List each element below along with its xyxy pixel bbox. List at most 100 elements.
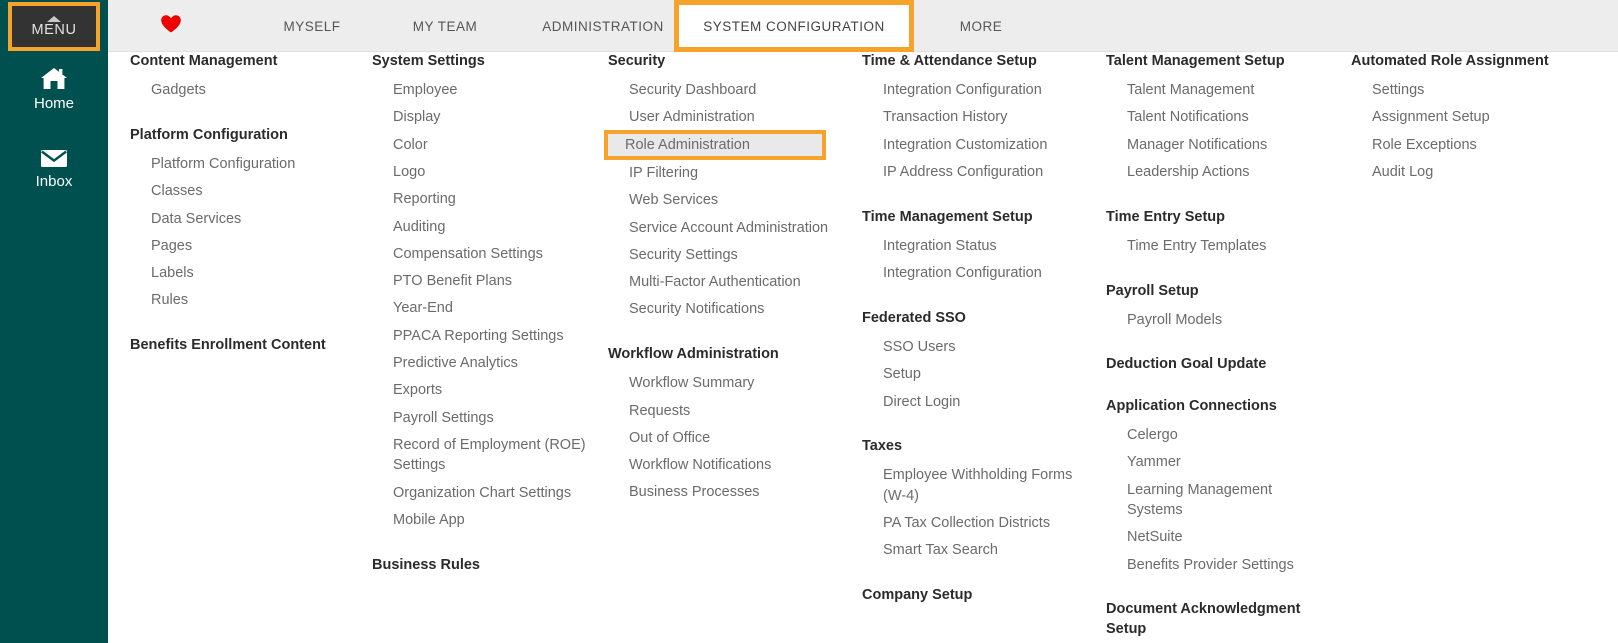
menu-item-netsuite[interactable]: NetSuite (1106, 524, 1321, 551)
menu-item-exports[interactable]: Exports (372, 377, 597, 404)
menu-item-integration-status[interactable]: Integration Status (862, 232, 1077, 259)
menu-group-title: Document Acknowledgment Setup (1106, 601, 1301, 637)
menu-item-multi-factor-authentication[interactable]: Multi-Factor Authentication (608, 269, 833, 296)
menu-group-workflow-administration: Workflow Administration Workflow Summary R… (608, 345, 833, 506)
menu-item-labels[interactable]: Labels (130, 260, 365, 287)
nav-tab-myself[interactable]: MYSELF (247, 0, 377, 52)
menu-group-time-attendance-setup: Time & Attendance Setup Integration Confi… (862, 52, 1077, 186)
menu-item-role-exceptions[interactable]: Role Exceptions (1351, 131, 1591, 158)
menu-column-6: Automated Role Assignment Settings Assignm… (1351, 52, 1591, 186)
menu-group-time-entry-setup: Time Entry Setup Time Entry Templates (1106, 208, 1321, 260)
menu-item-pa-tax-collection-districts[interactable]: PA Tax Collection Districts (862, 510, 1077, 537)
menu-item-compensation-settings[interactable]: Compensation Settings (372, 240, 597, 267)
menu-group-system-settings: System Settings Employee Display Color Logo R… (372, 52, 597, 534)
sidebar-item-inbox[interactable]: Inbox (0, 146, 108, 191)
menu-item-business-processes[interactable]: Business Processes (608, 479, 833, 506)
menu-group-title: Workflow Administration (608, 346, 779, 363)
menu-item-settings[interactable]: Settings (1351, 77, 1591, 104)
menu-item-employee[interactable]: Employee (372, 77, 597, 104)
menu-group-time-management-setup: Time Management Setup Integration Status I… (862, 208, 1077, 287)
menu-item-role-administration[interactable]: Role Administration (604, 130, 826, 161)
menu-item-smart-tax-search[interactable]: Smart Tax Search (862, 537, 1077, 564)
menu-item-setup[interactable]: Setup (862, 361, 1077, 388)
menu-column-2: System Settings Employee Display Color Logo R… (372, 52, 597, 580)
menu-item-talent-management[interactable]: Talent Management (1106, 77, 1321, 104)
nav-tab-system-configuration[interactable]: SYSTEM CONFIGURATION (674, 0, 914, 52)
nav-tab-more[interactable]: MORE (921, 0, 1041, 52)
left-sidebar: Home Inbox (0, 0, 108, 643)
sidebar-item-home[interactable]: Home (0, 66, 108, 113)
menu-item-leadership-actions[interactable]: Leadership Actions (1106, 158, 1321, 185)
menu-group-title: Taxes (862, 438, 903, 455)
menu-item-payroll-models[interactable]: Payroll Models (1106, 306, 1321, 333)
menu-item-ip-filtering[interactable]: IP Filtering (608, 159, 833, 186)
menu-group-title: Time Management Setup (862, 208, 1033, 225)
menu-item-manager-notifications[interactable]: Manager Notifications (1106, 131, 1321, 158)
menu-item-logo[interactable]: Logo (372, 158, 597, 185)
menu-item-mobile-app[interactable]: Mobile App (372, 506, 597, 533)
menu-item-reporting[interactable]: Reporting (372, 186, 597, 213)
menu-item-out-of-office[interactable]: Out of Office (608, 424, 833, 451)
menu-item-integration-customization[interactable]: Integration Customization (862, 131, 1077, 158)
menu-item-talent-notifications[interactable]: Talent Notifications (1106, 104, 1321, 131)
menu-item-gadgets[interactable]: Gadgets (130, 77, 365, 104)
menu-item-platform-configuration[interactable]: Platform Configuration (130, 150, 365, 177)
menu-item-pto-benefit-plans[interactable]: PTO Benefit Plans (372, 268, 597, 295)
menu-item-yammer[interactable]: Yammer (1106, 449, 1321, 476)
favorites-button[interactable] (156, 13, 186, 39)
menu-item-user-administration[interactable]: User Administration (608, 104, 833, 131)
menu-item-celergo[interactable]: Celergo (1106, 422, 1321, 449)
menu-group-benefits-enrollment-content: Benefits Enrollment Content (130, 336, 365, 356)
menu-group-title: System Settings (372, 53, 485, 69)
nav-tab-system-configuration-label: SYSTEM CONFIGURATION (703, 18, 885, 34)
menu-item-sso-users[interactable]: SSO Users (862, 333, 1077, 360)
menu-item-color[interactable]: Color (372, 131, 597, 158)
menu-group-automated-role-assignment: Automated Role Assignment Settings Assignm… (1351, 52, 1591, 186)
menu-group-taxes: Taxes Employee Withholding Forms (W-4) PA … (862, 437, 1077, 564)
menu-item-security-settings[interactable]: Security Settings (608, 241, 833, 268)
menu-item-workflow-summary[interactable]: Workflow Summary (608, 370, 833, 397)
menu-item-record-of-employment-roe-settings[interactable]: Record of Employment (ROE) Settings (372, 431, 597, 479)
menu-group-title: Talent Management Setup (1106, 53, 1285, 69)
menu-item-security-notifications[interactable]: Security Notifications (608, 296, 833, 323)
top-navigation-bar: MYSELF MY TEAM ADMINISTRATION SYSTEM CON… (108, 0, 1618, 52)
menu-item-integration-configuration[interactable]: Integration Configuration (862, 260, 1077, 287)
menu-item-audit-log[interactable]: Audit Log (1351, 158, 1591, 185)
menu-item-benefits-provider-settings[interactable]: Benefits Provider Settings (1106, 551, 1321, 578)
menu-group-title: Federated SSO (862, 309, 966, 326)
menu-group-federated-sso: Federated SSO SSO Users Setup Direct Login (862, 309, 1077, 415)
menu-item-pages[interactable]: Pages (130, 232, 365, 259)
menu-item-payroll-settings[interactable]: Payroll Settings (372, 404, 597, 431)
menu-item-assignment-setup[interactable]: Assignment Setup (1351, 104, 1591, 131)
menu-button[interactable]: MENU (8, 2, 100, 51)
menu-item-service-account-administration[interactable]: Service Account Administration (608, 214, 833, 241)
nav-tab-my-team[interactable]: MY TEAM (380, 0, 510, 52)
menu-item-classes[interactable]: Classes (130, 178, 365, 205)
caret-up-icon (47, 15, 61, 22)
menu-item-ppaca-reporting-settings[interactable]: PPACA Reporting Settings (372, 322, 597, 349)
menu-item-auditing[interactable]: Auditing (372, 213, 597, 240)
menu-item-ip-address-configuration[interactable]: IP Address Configuration (862, 158, 1077, 185)
menu-item-employee-withholding-forms-w-4[interactable]: Employee Withholding Forms (W-4) (862, 462, 1077, 510)
menu-item-year-end[interactable]: Year-End (372, 295, 597, 322)
menu-item-workflow-notifications[interactable]: Workflow Notifications (608, 452, 833, 479)
menu-item-learning-management-systems[interactable]: Learning Management Systems (1106, 476, 1321, 524)
menu-item-transaction-history[interactable]: Transaction History (862, 104, 1077, 131)
menu-item-predictive-analytics[interactable]: Predictive Analytics (372, 350, 597, 377)
nav-tab-administration[interactable]: ADMINISTRATION (513, 0, 693, 52)
menu-group-platform-configuration: Platform Configuration Platform Configura… (130, 126, 365, 314)
nav-tab-myself-label: MYSELF (283, 18, 341, 34)
menu-item-rules[interactable]: Rules (130, 287, 365, 314)
menu-item-security-dashboard[interactable]: Security Dashboard (608, 77, 833, 104)
menu-item-direct-login[interactable]: Direct Login (862, 388, 1077, 415)
menu-item-display[interactable]: Display (372, 104, 597, 131)
menu-item-data-services[interactable]: Data Services (130, 205, 365, 232)
menu-item-requests[interactable]: Requests (608, 397, 833, 424)
menu-item-organization-chart-settings[interactable]: Organization Chart Settings (372, 479, 597, 506)
menu-group-content-management: Content Management Gadgets (130, 52, 365, 104)
menu-item-integration-configuration[interactable]: Integration Configuration (862, 77, 1077, 104)
home-icon (39, 66, 69, 92)
menu-item-time-entry-templates[interactable]: Time Entry Templates (1106, 232, 1321, 259)
menu-item-web-services[interactable]: Web Services (608, 187, 833, 214)
menu-group-deduction-goal-update: Deduction Goal Update (1106, 355, 1321, 375)
